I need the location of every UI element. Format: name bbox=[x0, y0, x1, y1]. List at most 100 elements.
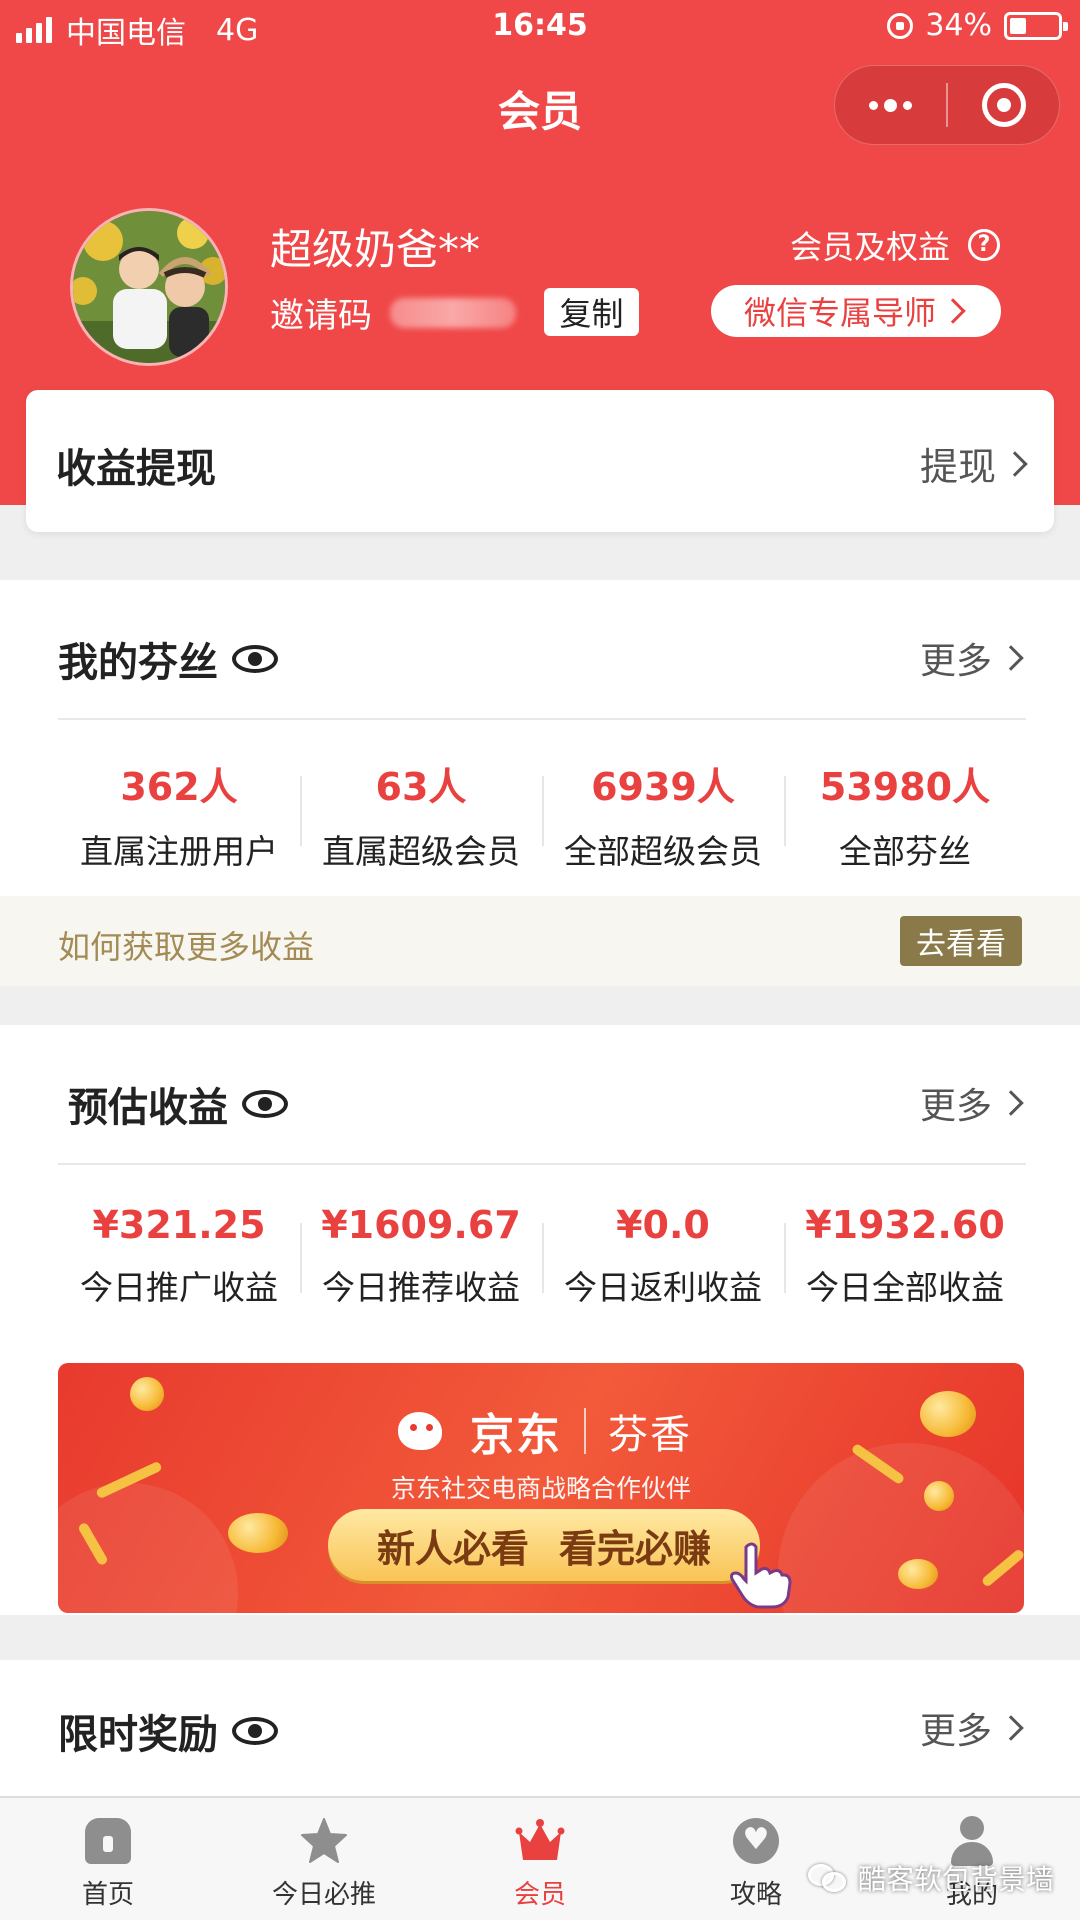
withdraw-card: 收益提现 提现 bbox=[26, 390, 1054, 532]
tab-label: 攻略 bbox=[729, 1880, 782, 1910]
tab-label: 首页 bbox=[81, 1880, 134, 1910]
copy-button[interactable]: 复制 bbox=[544, 288, 639, 336]
fans-more-link[interactable]: 更多 bbox=[920, 632, 1026, 684]
chevron-right-icon bbox=[998, 1090, 1024, 1116]
coin-icon bbox=[228, 1513, 288, 1553]
banner-cta-button[interactable]: 新人必看 看完必赚 bbox=[328, 1509, 760, 1581]
watermark: 酷客软包背景墙 bbox=[807, 1858, 1054, 1898]
rewards-title-text: 限时奖励 bbox=[58, 1712, 218, 1758]
more-label: 更多 bbox=[919, 641, 992, 682]
jd-dog-logo-icon bbox=[390, 1408, 448, 1454]
eye-icon[interactable] bbox=[232, 645, 278, 673]
withdraw-button[interactable]: 提现 bbox=[920, 436, 1030, 491]
rewards-more-link[interactable]: 更多 bbox=[920, 1702, 1026, 1754]
rewards-title: 限时奖励 bbox=[58, 1702, 278, 1760]
chevron-right-icon bbox=[940, 298, 966, 324]
stat-rebate-earnings[interactable]: ¥0.0 今日返利收益 bbox=[542, 1203, 784, 1309]
stat-label: 直属超级会员 bbox=[322, 832, 520, 871]
stat-label: 直属注册用户 bbox=[80, 832, 278, 871]
more-label: 更多 bbox=[919, 1711, 992, 1752]
go-see-button[interactable]: 去看看 bbox=[900, 916, 1022, 966]
stat-value: 63人 bbox=[375, 765, 467, 809]
fans-stats: 362人 直属注册用户 63人 直属超级会员 6939人 全部超级会员 5398… bbox=[58, 756, 1026, 873]
status-bar: 中国电信 4G 16:45 34% bbox=[0, 0, 1080, 54]
earnings-section: 预估收益 更多 ¥321.25 今日推广收益 ¥1609.67 今日推荐收益 ¥… bbox=[0, 1025, 1080, 1615]
stat-promo-earnings[interactable]: ¥321.25 今日推广收益 bbox=[58, 1203, 300, 1309]
stat-label: 全部超级会员 bbox=[564, 832, 762, 871]
stat-label: 今日全部收益 bbox=[806, 1268, 1004, 1307]
home-icon bbox=[83, 1816, 133, 1866]
stat-label: 今日推荐收益 bbox=[322, 1268, 520, 1307]
partner-brand: 芬香 bbox=[608, 1412, 692, 1458]
promo-strip: 如何获取更多收益 去看看 bbox=[0, 896, 1080, 986]
invite-code-row: 邀请码 bbox=[270, 288, 516, 337]
more-label: 更多 bbox=[919, 1086, 992, 1127]
battery-percent: 34% bbox=[925, 8, 992, 43]
stat-label: 全部芬丝 bbox=[839, 832, 971, 871]
heart-badge-icon bbox=[731, 1816, 781, 1866]
eye-icon[interactable] bbox=[242, 1090, 288, 1118]
stat-referral-earnings[interactable]: ¥1609.67 今日推荐收益 bbox=[300, 1203, 542, 1309]
stat-value: 6939人 bbox=[591, 765, 735, 809]
crown-icon bbox=[515, 1819, 565, 1860]
stat-value: 362人 bbox=[120, 765, 238, 809]
close-button[interactable] bbox=[948, 66, 1059, 144]
jd-promo-banner[interactable]: 京东 芬香 京东社交电商战略合作伙伴 新人必看 看完必赚 bbox=[58, 1363, 1024, 1613]
battery-icon bbox=[1004, 11, 1068, 40]
invite-label: 邀请码 bbox=[270, 296, 372, 336]
battery-level bbox=[1010, 17, 1026, 34]
stat-value: ¥1932.60 bbox=[805, 1203, 1005, 1247]
stat-direct-super[interactable]: 63人 直属超级会员 bbox=[300, 756, 542, 873]
stat-value: ¥1609.67 bbox=[321, 1203, 521, 1247]
stat-value: 53980人 bbox=[819, 765, 991, 809]
earnings-more-link[interactable]: 更多 bbox=[920, 1077, 1026, 1129]
member-rights-label: 会员及权益 bbox=[789, 228, 950, 266]
more-dots-icon bbox=[869, 98, 912, 112]
cta-left: 新人必看 bbox=[376, 1526, 529, 1571]
brand-divider bbox=[584, 1408, 586, 1454]
rewards-header: 限时奖励 更多 bbox=[58, 1660, 1026, 1800]
wechat-mentor-button[interactable]: 微信专属导师 bbox=[711, 285, 1001, 337]
tab-daily-picks[interactable]: 今日必推 bbox=[216, 1798, 432, 1920]
avatar[interactable] bbox=[70, 208, 228, 366]
more-button[interactable] bbox=[835, 66, 946, 144]
chevron-right-icon bbox=[1002, 450, 1028, 477]
withdraw-title: 收益提现 bbox=[56, 446, 216, 492]
tab-label: 会员 bbox=[513, 1880, 566, 1910]
rewards-section: 限时奖励 更多 bbox=[0, 1660, 1080, 1796]
stat-direct-registered[interactable]: 362人 直属注册用户 bbox=[58, 756, 300, 873]
tab-member[interactable]: 会员 bbox=[432, 1798, 648, 1920]
fans-section: 我的芬丝 更多 362人 直属注册用户 63人 直属超级会员 6939人 全部超… bbox=[0, 580, 1080, 986]
stat-label: 今日推广收益 bbox=[80, 1268, 278, 1307]
eye-icon[interactable] bbox=[232, 1717, 278, 1745]
username: 超级奶爸** bbox=[270, 225, 481, 274]
tab-home[interactable]: 首页 bbox=[0, 1798, 216, 1920]
chevron-right-icon bbox=[998, 645, 1024, 671]
member-rights-link[interactable]: 会员及权益 ? bbox=[790, 222, 1000, 268]
stat-total-earnings[interactable]: ¥1932.60 今日全部收益 bbox=[784, 1203, 1026, 1309]
promo-text: 如何获取更多收益 bbox=[58, 928, 315, 966]
stat-all-fans[interactable]: 53980人 全部芬丝 bbox=[784, 756, 1026, 873]
earnings-header: 预估收益 更多 bbox=[58, 1025, 1026, 1165]
miniprogram-capsule bbox=[834, 65, 1060, 145]
fans-title-text: 我的芬丝 bbox=[58, 640, 218, 686]
stat-label: 今日返利收益 bbox=[564, 1268, 762, 1307]
coin-icon bbox=[898, 1559, 938, 1589]
stat-all-super[interactable]: 6939人 全部超级会员 bbox=[542, 756, 784, 873]
cta-right: 看完必赚 bbox=[559, 1526, 712, 1571]
earnings-stats: ¥321.25 今日推广收益 ¥1609.67 今日推荐收益 ¥0.0 今日返利… bbox=[58, 1203, 1026, 1309]
fans-title: 我的芬丝 bbox=[58, 630, 278, 688]
tab-label: 今日必推 bbox=[271, 1880, 376, 1910]
jd-brand: 京东 bbox=[470, 1410, 562, 1461]
pointer-hand-icon bbox=[730, 1542, 792, 1609]
stat-value: ¥0.0 bbox=[616, 1203, 710, 1247]
earnings-title: 预估收益 bbox=[68, 1075, 288, 1133]
target-icon bbox=[981, 83, 1026, 127]
banner-subtitle: 京东社交电商战略合作伙伴 bbox=[390, 1474, 691, 1503]
earnings-title-text: 预估收益 bbox=[68, 1085, 228, 1131]
fans-header: 我的芬丝 更多 bbox=[58, 580, 1026, 720]
mentor-label: 微信专属导师 bbox=[743, 294, 936, 332]
invite-code-blurred bbox=[390, 297, 516, 328]
help-icon: ? bbox=[968, 229, 1000, 261]
status-right: 34% bbox=[887, 8, 1068, 43]
